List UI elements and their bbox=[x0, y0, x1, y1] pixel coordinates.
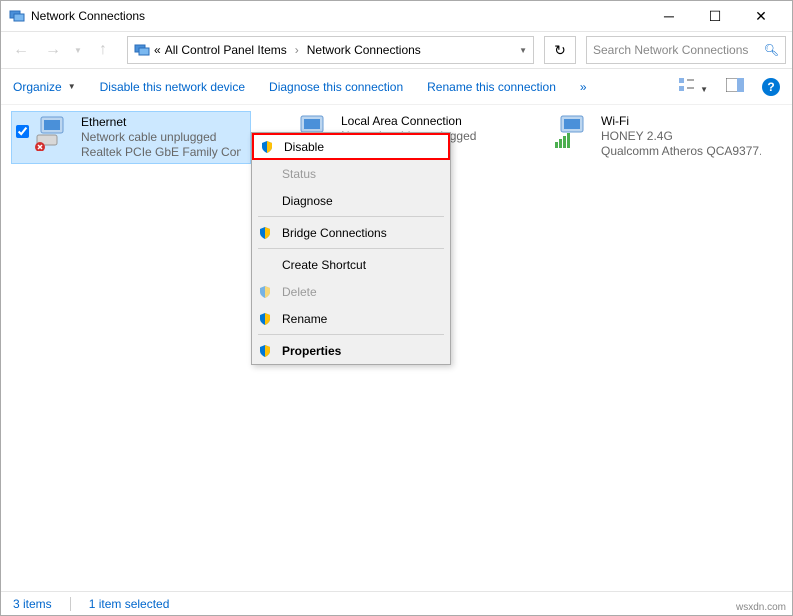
minimize-button[interactable]: ─ bbox=[646, 1, 692, 31]
ethernet-checkbox[interactable] bbox=[16, 125, 29, 138]
toolbar-more-button[interactable]: » bbox=[580, 80, 587, 94]
refresh-button[interactable]: ↻ bbox=[544, 36, 576, 64]
status-selected-count: 1 item selected bbox=[89, 597, 170, 611]
search-icon[interactable]: 🔍︎ bbox=[764, 43, 779, 57]
up-button[interactable]: ↑ bbox=[89, 36, 117, 64]
menu-separator bbox=[258, 334, 444, 335]
connection-device: Qualcomm Atheros QCA9377... bbox=[601, 144, 761, 159]
menu-delete: Delete bbox=[252, 278, 450, 305]
status-item-count: 3 items bbox=[13, 597, 52, 611]
menu-disable[interactable]: Disable bbox=[252, 133, 450, 160]
control-panel-icon bbox=[134, 42, 150, 58]
ethernet-icon bbox=[35, 115, 75, 151]
back-button[interactable]: ← bbox=[7, 36, 35, 64]
breadcrumb-item-2[interactable]: Network Connections bbox=[307, 43, 421, 57]
connection-wifi[interactable]: Wi-Fi HONEY 2.4G Qualcomm Atheros QCA937… bbox=[551, 111, 771, 164]
close-button[interactable]: ✕ bbox=[738, 1, 784, 31]
rename-connection-button[interactable]: Rename this connection bbox=[427, 80, 556, 94]
connection-status: Network cable unplugged bbox=[81, 130, 241, 145]
search-placeholder: Search Network Connections bbox=[593, 43, 748, 57]
status-bar: 3 items 1 item selected bbox=[1, 591, 792, 615]
shield-icon bbox=[258, 312, 272, 326]
connection-status: HONEY 2.4G bbox=[601, 129, 761, 144]
maximize-button[interactable]: ☐ bbox=[692, 1, 738, 31]
menu-separator bbox=[258, 248, 444, 249]
menu-rename[interactable]: Rename bbox=[252, 305, 450, 332]
breadcrumb-prefix: « bbox=[154, 43, 161, 57]
window-title: Network Connections bbox=[31, 9, 646, 23]
connection-name: Wi-Fi bbox=[601, 114, 761, 129]
watermark: wsxdn.com bbox=[736, 602, 786, 613]
toolbar-right: ▼ ? bbox=[679, 78, 780, 96]
connection-device: Realtek PCIe GbE Family Con bbox=[81, 145, 241, 160]
shield-icon bbox=[258, 226, 272, 240]
wifi-icon bbox=[555, 114, 595, 150]
menu-bridge[interactable]: Bridge Connections bbox=[252, 219, 450, 246]
context-menu: Disable Status Diagnose Bridge Connectio… bbox=[251, 132, 451, 365]
menu-properties[interactable]: Properties bbox=[252, 337, 450, 364]
view-icons-button[interactable]: ▼ bbox=[679, 78, 708, 95]
menu-diagnose[interactable]: Diagnose bbox=[252, 187, 450, 214]
search-input[interactable]: Search Network Connections 🔍︎ bbox=[586, 36, 786, 64]
shield-icon bbox=[258, 344, 272, 358]
chevron-down-icon: ▼ bbox=[68, 82, 76, 91]
menu-create-shortcut[interactable]: Create Shortcut bbox=[252, 251, 450, 278]
breadcrumb-dropdown[interactable]: ▼ bbox=[519, 46, 527, 55]
menu-separator bbox=[258, 216, 444, 217]
shield-icon bbox=[258, 285, 272, 299]
toolbar: Organize ▼ Disable this network device D… bbox=[1, 69, 792, 105]
breadcrumb-separator: › bbox=[295, 43, 299, 57]
connection-ethernet[interactable]: Ethernet Network cable unplugged Realtek… bbox=[11, 111, 251, 164]
status-divider bbox=[70, 597, 71, 611]
title-bar: Network Connections ─ ☐ ✕ bbox=[1, 1, 792, 31]
help-button[interactable]: ? bbox=[762, 78, 780, 96]
shield-icon bbox=[260, 140, 274, 154]
navigation-bar: ← → ▼ ↑ « All Control Panel Items › Netw… bbox=[1, 31, 792, 69]
breadcrumb[interactable]: « All Control Panel Items › Network Conn… bbox=[127, 36, 534, 64]
history-dropdown[interactable]: ▼ bbox=[71, 36, 85, 64]
preview-pane-button[interactable] bbox=[726, 78, 744, 95]
connection-name: Ethernet bbox=[81, 115, 241, 130]
organize-button[interactable]: Organize ▼ bbox=[13, 80, 76, 94]
disable-device-button[interactable]: Disable this network device bbox=[100, 80, 245, 94]
breadcrumb-item-1[interactable]: All Control Panel Items bbox=[165, 43, 287, 57]
diagnose-connection-button[interactable]: Diagnose this connection bbox=[269, 80, 403, 94]
forward-button[interactable]: → bbox=[39, 36, 67, 64]
connection-name: Local Area Connection bbox=[341, 114, 476, 129]
network-connections-icon bbox=[9, 8, 25, 24]
menu-status: Status bbox=[252, 160, 450, 187]
